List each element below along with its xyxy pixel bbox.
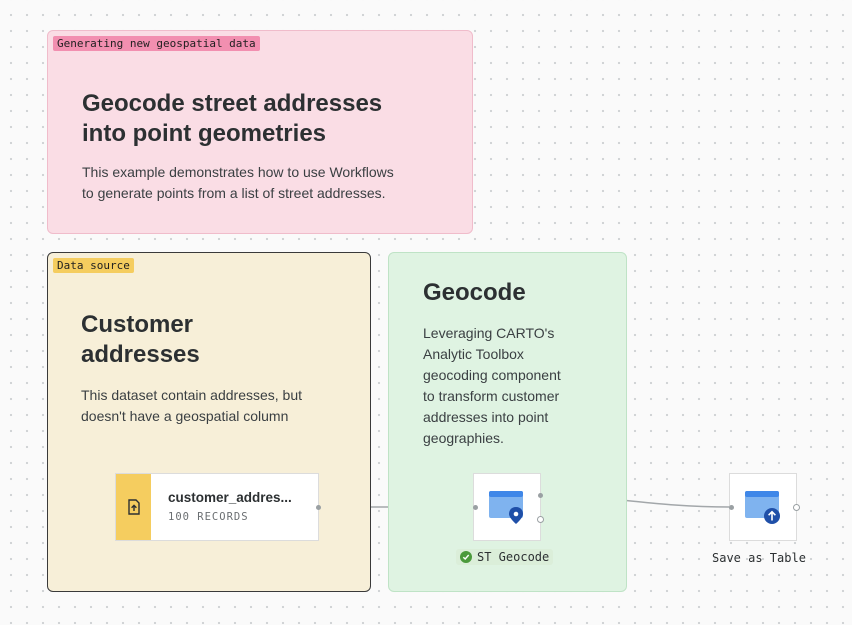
node-source-name: customer_addres...	[168, 490, 292, 505]
description-line: geographies.	[423, 430, 504, 446]
node-st-geocode[interactable]	[473, 473, 541, 541]
description-line: addresses into point	[423, 409, 549, 425]
group-intro[interactable]: Generating new geospatial data Geocode s…	[47, 30, 473, 234]
group-title: Geocode	[423, 279, 526, 306]
node-source-records: 100 RECORDS	[168, 511, 249, 523]
input-port[interactable]	[729, 505, 734, 510]
node-st-geocode-label: ST Geocode	[456, 549, 554, 565]
output-port[interactable]	[538, 493, 543, 498]
group-tag: Generating new geospatial data	[53, 36, 260, 51]
group-data-source[interactable]: Data source Customer addresses This data…	[47, 252, 371, 592]
node-source-icon-box	[116, 474, 151, 540]
description-line: This example demonstrates how to use Wor…	[82, 164, 394, 180]
description-line: Leveraging CARTO's	[423, 325, 555, 341]
description-line: to transform customer	[423, 388, 560, 404]
group-tag: Data source	[53, 258, 134, 273]
group-description: This example demonstrates how to use Wor…	[82, 162, 394, 204]
secondary-output-port[interactable]	[537, 516, 544, 523]
save-table-icon	[745, 491, 780, 524]
upload-table-icon	[127, 499, 140, 515]
title-line: addresses	[81, 341, 200, 368]
group-geocode[interactable]: Geocode Leveraging CARTO's Analytic Tool…	[388, 252, 627, 592]
geocode-pin-icon	[489, 491, 523, 524]
description-line: This dataset contain addresses, but	[81, 387, 303, 403]
node-source-table[interactable]: customer_addres... 100 RECORDS	[115, 473, 319, 541]
description-line: to generate points from a list of street…	[82, 185, 386, 201]
group-title: Geocode street addresses into point geom…	[82, 89, 382, 149]
node-save-table[interactable]	[729, 473, 797, 541]
group-description: This dataset contain addresses, but does…	[81, 385, 302, 427]
node-save-table-label: Save as Table	[712, 551, 806, 565]
title-line: Geocode street addresses	[82, 90, 383, 117]
output-port[interactable]	[316, 505, 321, 510]
input-port[interactable]	[473, 505, 478, 510]
group-description: Leveraging CARTO's Analytic Toolbox geoc…	[423, 323, 561, 449]
description-line: Analytic Toolbox	[423, 346, 524, 362]
group-title: Customer addresses	[81, 310, 200, 370]
node-label-text: ST Geocode	[477, 550, 550, 564]
title-line: Customer	[81, 311, 194, 338]
description-line: geocoding component	[423, 367, 561, 383]
output-port[interactable]	[793, 504, 800, 511]
title-line: into point geometries	[82, 120, 327, 147]
check-icon	[460, 551, 472, 563]
description-line: doesn't have a geospatial column	[81, 408, 289, 424]
